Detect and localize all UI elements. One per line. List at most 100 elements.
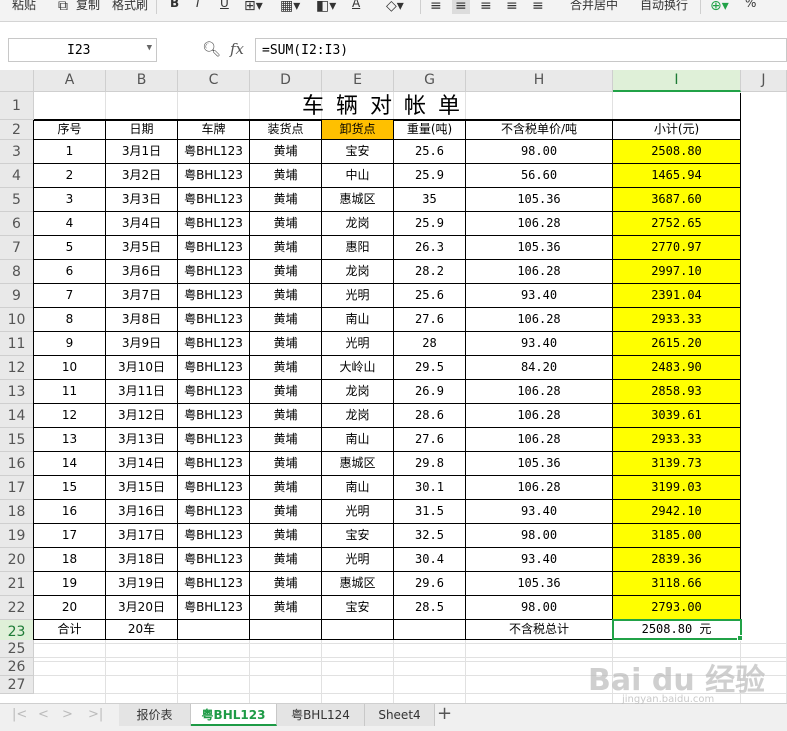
- bold-button[interactable]: B: [170, 0, 179, 16]
- table-cell[interactable]: 106.28: [466, 428, 613, 452]
- sheet-title[interactable]: 车辆对帐单: [34, 93, 741, 120]
- clear-format-icon[interactable]: ◇▾: [386, 0, 404, 14]
- column-header-d[interactable]: D: [250, 70, 322, 92]
- row-header-19[interactable]: 19: [0, 524, 34, 548]
- row-header-8[interactable]: 8: [0, 260, 34, 284]
- table-cell[interactable]: 3139.73: [613, 452, 741, 476]
- row-header-14[interactable]: 14: [0, 404, 34, 428]
- copy-button[interactable]: 复制: [76, 0, 100, 16]
- table-cell[interactable]: 2508.80: [613, 140, 741, 164]
- table-cell[interactable]: 3月20日: [106, 596, 178, 620]
- table-cell[interactable]: 93.40: [466, 548, 613, 572]
- table-cell[interactable]: 17: [34, 524, 106, 548]
- table-cell[interactable]: 粤BHL123: [178, 452, 250, 476]
- table-cell[interactable]: 13: [34, 428, 106, 452]
- column-header-a[interactable]: A: [34, 70, 106, 92]
- table-cell[interactable]: 黄埔: [250, 356, 322, 380]
- table-cell[interactable]: 2391.04: [613, 284, 741, 308]
- table-cell[interactable]: 光明: [322, 284, 394, 308]
- table-cell[interactable]: 3月2日: [106, 164, 178, 188]
- table-cell[interactable]: 黄埔: [250, 500, 322, 524]
- table-cell[interactable]: 南山: [322, 428, 394, 452]
- table-cell[interactable]: 3月11日: [106, 380, 178, 404]
- table-cell[interactable]: 3118.66: [613, 572, 741, 596]
- table-cell[interactable]: 粤BHL123: [178, 500, 250, 524]
- table-cell[interactable]: 105.36: [466, 572, 613, 596]
- column-header-c[interactable]: C: [178, 70, 250, 92]
- row-header-18[interactable]: 18: [0, 500, 34, 524]
- table-cell[interactable]: 粤BHL123: [178, 212, 250, 236]
- table-cell[interactable]: 3687.60: [613, 188, 741, 212]
- table-cell[interactable]: 28: [394, 332, 466, 356]
- table-cell[interactable]: 29.8: [394, 452, 466, 476]
- column-title-cell[interactable]: 序号: [34, 120, 106, 140]
- zoom-icon[interactable]: 🔍︎: [202, 40, 221, 58]
- table-cell[interactable]: 3月3日: [106, 188, 178, 212]
- column-header-g[interactable]: G: [394, 70, 466, 92]
- table-cell[interactable]: 龙岗: [322, 404, 394, 428]
- table-cell[interactable]: 粤BHL123: [178, 284, 250, 308]
- column-header-b[interactable]: B: [106, 70, 178, 92]
- row-header-20[interactable]: 20: [0, 548, 34, 572]
- table-cell[interactable]: 2483.90: [613, 356, 741, 380]
- table-cell[interactable]: 14: [34, 452, 106, 476]
- table-cell[interactable]: 10: [34, 356, 106, 380]
- chevron-down-icon[interactable]: ▼: [147, 43, 152, 53]
- row-header-26[interactable]: 26: [0, 658, 34, 676]
- table-cell[interactable]: 黄埔: [250, 332, 322, 356]
- table-cell[interactable]: 19: [34, 572, 106, 596]
- table-cell[interactable]: 106.28: [466, 476, 613, 500]
- table-cell[interactable]: 中山: [322, 164, 394, 188]
- table-cell[interactable]: 3月7日: [106, 284, 178, 308]
- fx-icon[interactable]: fx: [230, 40, 244, 58]
- table-cell[interactable]: 黄埔: [250, 452, 322, 476]
- total-count-cell[interactable]: 20车: [106, 620, 178, 640]
- format-painter-button[interactable]: 格式刷: [112, 0, 148, 16]
- table-cell[interactable]: 粤BHL123: [178, 356, 250, 380]
- table-cell[interactable]: 宝安: [322, 524, 394, 548]
- table-cell[interactable]: 106.28: [466, 380, 613, 404]
- column-title-cell[interactable]: 不含税单价/吨: [466, 120, 613, 140]
- table-cell[interactable]: 1465.94: [613, 164, 741, 188]
- copy-icon[interactable]: ⧉: [58, 0, 68, 14]
- table-cell[interactable]: 龙岗: [322, 212, 394, 236]
- table-cell[interactable]: 3月13日: [106, 428, 178, 452]
- table-cell[interactable]: 3月10日: [106, 356, 178, 380]
- table-cell[interactable]: 3月6日: [106, 260, 178, 284]
- row-header-17[interactable]: 17: [0, 476, 34, 500]
- column-title-cell[interactable]: 车牌: [178, 120, 250, 140]
- table-cell[interactable]: 3月17日: [106, 524, 178, 548]
- table-cell[interactable]: [250, 620, 322, 640]
- column-title-cell[interactable]: 重量(吨): [394, 120, 466, 140]
- table-cell[interactable]: 3月15日: [106, 476, 178, 500]
- table-cell[interactable]: [178, 620, 250, 640]
- table-cell[interactable]: 黄埔: [250, 164, 322, 188]
- column-header-j[interactable]: J: [741, 70, 787, 92]
- select-all-corner[interactable]: [0, 70, 34, 92]
- first-sheet-icon[interactable]: |<: [12, 707, 27, 722]
- table-cell[interactable]: 粤BHL123: [178, 428, 250, 452]
- column-title-cell[interactable]: 日期: [106, 120, 178, 140]
- next-sheet-icon[interactable]: >: [62, 707, 73, 722]
- table-cell[interactable]: 93.40: [466, 500, 613, 524]
- table-cell[interactable]: 黄埔: [250, 308, 322, 332]
- table-cell[interactable]: 黄埔: [250, 476, 322, 500]
- table-cell[interactable]: [322, 620, 394, 640]
- table-cell[interactable]: 4: [34, 212, 106, 236]
- table-cell[interactable]: 5: [34, 236, 106, 260]
- fill-color-icon[interactable]: ◧▾: [316, 0, 336, 14]
- row-header-12[interactable]: 12: [0, 356, 34, 380]
- table-cell[interactable]: 98.00: [466, 596, 613, 620]
- fill-style-icon[interactable]: ▦▾: [280, 0, 300, 14]
- table-cell[interactable]: 黄埔: [250, 524, 322, 548]
- table-cell[interactable]: 2793.00: [613, 596, 741, 620]
- row-header-25[interactable]: 25: [0, 640, 34, 658]
- table-cell[interactable]: 12: [34, 404, 106, 428]
- table-cell[interactable]: 93.40: [466, 332, 613, 356]
- sheet-tab[interactable]: 报价表: [119, 704, 191, 726]
- table-cell[interactable]: 98.00: [466, 140, 613, 164]
- table-cell[interactable]: 105.36: [466, 188, 613, 212]
- table-cell[interactable]: 25.9: [394, 164, 466, 188]
- table-cell[interactable]: 黄埔: [250, 404, 322, 428]
- table-cell[interactable]: 2997.10: [613, 260, 741, 284]
